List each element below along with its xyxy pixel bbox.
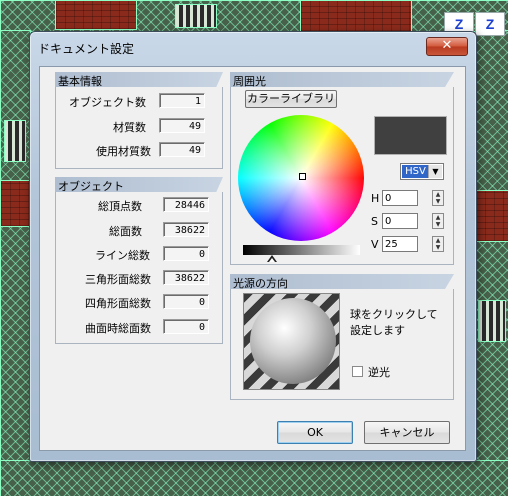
saturation-label: S [371, 215, 378, 228]
model-window [175, 4, 217, 28]
model-mesh-bottom [0, 460, 508, 496]
dialog-title: ドキュメント設定 [38, 42, 135, 56]
color-preview-swatch [374, 116, 447, 155]
color-library-button[interactable]: カラーライブラリ [245, 90, 337, 108]
material-count-label: 材質数 [113, 121, 146, 134]
used-material-count-value: 49 [159, 142, 205, 157]
ok-button[interactable]: OK [277, 421, 353, 444]
backlight-label[interactable]: 逆光 [368, 364, 390, 380]
cancel-button[interactable]: キャンセル [364, 421, 450, 444]
brightness-slider[interactable] [243, 245, 360, 255]
hue-input[interactable]: 0 [382, 190, 418, 206]
total-vertices-value: 28446 [163, 197, 209, 212]
spin-down-icon[interactable]: ▼ [433, 221, 443, 228]
total-faces-value: 38622 [163, 222, 209, 237]
hue-label: H [371, 192, 380, 205]
light-sphere[interactable] [250, 298, 336, 384]
spin-up-icon[interactable]: ▲ [433, 191, 443, 198]
total-curved-faces-value: 0 [163, 319, 209, 334]
value-label: V [371, 238, 379, 251]
color-wheel-marker[interactable] [299, 173, 306, 180]
object-count-label: オブジェクト数 [69, 96, 146, 109]
total-triangles-label: 三角形面総数 [85, 273, 151, 286]
spin-up-icon[interactable]: ▲ [433, 237, 443, 244]
brightness-slider-thumb-highlight [269, 258, 276, 262]
color-mode-value: HSV [402, 165, 429, 178]
model-mesh-left [0, 30, 31, 496]
light-direction-picker[interactable] [243, 293, 340, 390]
total-faces-label: 総面数 [109, 225, 142, 238]
close-button[interactable]: ✕ [426, 37, 468, 56]
total-curved-faces-label: 曲面時総面数 [85, 322, 151, 335]
total-lines-value: 0 [163, 246, 209, 261]
object-count-value: 1 [159, 93, 205, 108]
total-vertices-label: 総頂点数 [98, 200, 142, 213]
saturation-spinner[interactable]: ▲ ▼ [432, 213, 444, 229]
model-window [4, 120, 26, 162]
model-brick-wall [55, 0, 137, 30]
axis-z-button[interactable]: Z [475, 12, 505, 36]
color-mode-select[interactable]: HSV ▼ [400, 163, 444, 180]
total-triangles-value: 38622 [163, 270, 209, 285]
spin-down-icon[interactable]: ▼ [433, 244, 443, 251]
total-quads-label: 四角形面総数 [85, 297, 151, 310]
material-count-value: 49 [159, 118, 205, 133]
model-window [478, 300, 506, 342]
light-hint-line2: 設定します [350, 324, 405, 337]
spin-down-icon[interactable]: ▼ [433, 198, 443, 205]
model-brick-wall [300, 0, 412, 32]
value-spinner[interactable]: ▲ ▼ [432, 236, 444, 252]
total-quads-value: 0 [163, 294, 209, 309]
saturation-input[interactable]: 0 [382, 213, 418, 229]
value-input[interactable]: 25 [382, 236, 418, 252]
used-material-count-label: 使用材質数 [96, 145, 151, 158]
model-brick-wall [475, 190, 508, 242]
total-lines-label: ライン総数 [95, 249, 150, 262]
spin-up-icon[interactable]: ▲ [433, 214, 443, 221]
hue-spinner[interactable]: ▲ ▼ [432, 190, 444, 206]
light-hint-line1: 球をクリックして [350, 308, 438, 321]
model-brick-wall [0, 180, 31, 227]
backlight-checkbox[interactable] [352, 366, 363, 377]
model-mesh-right [475, 30, 508, 496]
chevron-down-icon[interactable]: ▼ [428, 165, 442, 178]
